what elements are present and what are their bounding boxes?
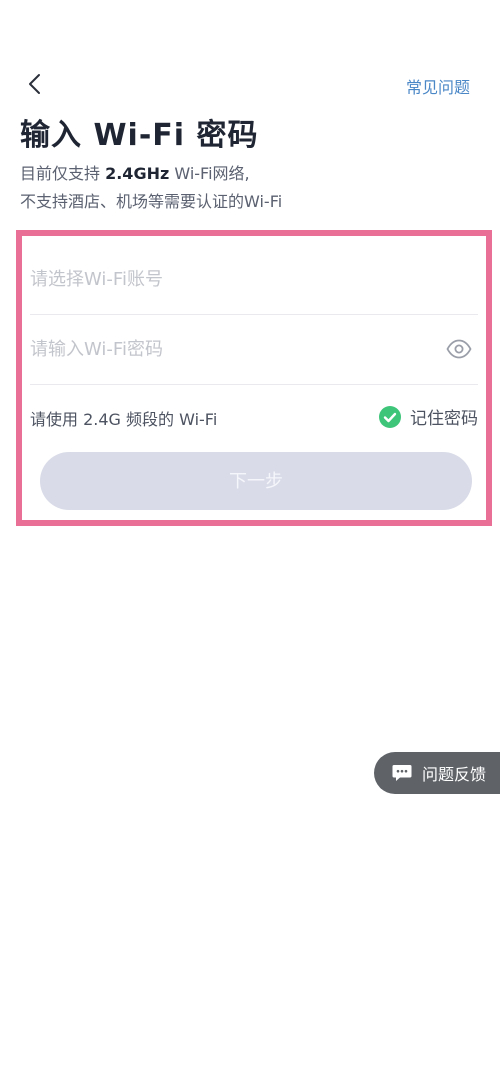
ssid-input[interactable] <box>30 244 430 314</box>
back-button[interactable] <box>20 70 48 98</box>
password-field-row <box>30 314 478 385</box>
subtitle-line-1: 目前仅支持 2.4GHz Wi-Fi网络, <box>20 160 282 188</box>
band-hint: 请使用 2.4G 频段的 Wi-Fi <box>30 410 218 429</box>
remember-password-toggle[interactable]: 记住密码 <box>379 404 478 429</box>
password-input[interactable] <box>30 314 430 384</box>
subtitle-prefix: 目前仅支持 <box>20 164 106 183</box>
check-circle-icon <box>379 405 401 428</box>
feedback-label: 问题反馈 <box>422 765 487 784</box>
next-button[interactable]: 下一步 <box>40 452 472 510</box>
chevron-left-icon <box>29 74 40 94</box>
remember-password-label: 记住密码 <box>410 409 478 429</box>
eye-icon[interactable] <box>446 337 472 361</box>
subtitle-line-2: 不支持酒店、机场等需要认证的Wi-Fi <box>20 192 283 211</box>
subtitle: 目前仅支持 2.4GHz Wi-Fi网络, 不支持酒店、机场等需要认证的Wi-F… <box>20 160 282 216</box>
subtitle-highlight: 2.4GHz <box>105 164 170 183</box>
subtitle-suffix: Wi-Fi网络, <box>169 164 250 183</box>
ssid-field-row <box>30 244 478 315</box>
chat-bubble-icon <box>392 765 412 781</box>
page-title: 输入 Wi-Fi 密码 <box>20 118 259 153</box>
feedback-button[interactable]: 问题反馈 <box>374 752 500 794</box>
wifi-password-page: 常见问题 输入 Wi-Fi 密码 目前仅支持 2.4GHz Wi-Fi网络, 不… <box>0 0 500 1082</box>
hint-row: 请使用 2.4G 频段的 Wi-Fi 记住密码 <box>30 396 478 436</box>
faq-link[interactable]: 常见问题 <box>406 74 470 98</box>
wifi-form: 请使用 2.4G 频段的 Wi-Fi 记住密码 下一步 <box>16 230 492 526</box>
